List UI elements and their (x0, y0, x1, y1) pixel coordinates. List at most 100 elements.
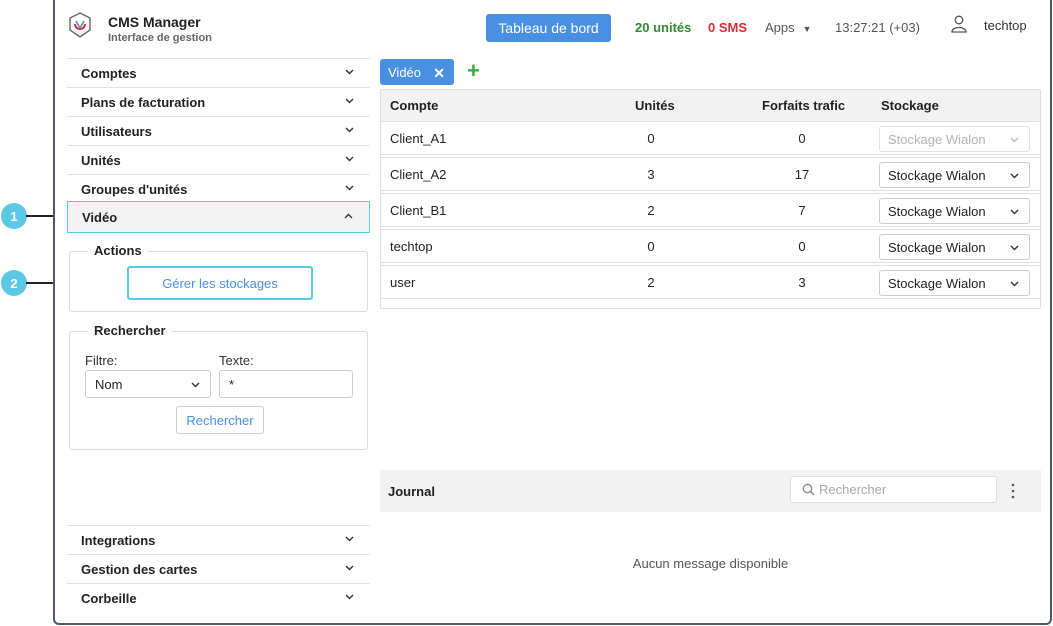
cell-account: Client_B1 (390, 203, 447, 218)
clock: 13:27:21 (+03) (835, 20, 920, 35)
caret-down-icon: ▼ (802, 24, 812, 34)
cell-units: 2 (647, 203, 655, 218)
username[interactable]: techtop (984, 18, 1027, 33)
journal-search-input[interactable]: Rechercher (790, 476, 997, 503)
chevron-down-icon (191, 382, 200, 388)
sidebar-item-label: Groupes d'unités (81, 181, 188, 197)
sms-counter[interactable]: 0 SMS (708, 20, 747, 35)
apps-menu[interactable]: Apps ▼ (765, 20, 812, 35)
chevron-down-icon (345, 185, 354, 191)
sidebar-item-label: Unités (81, 152, 121, 168)
chevron-down-icon (345, 594, 354, 600)
filter-label: Filtre: (85, 353, 118, 368)
column-header-traffic[interactable]: Forfaits trafic (762, 98, 845, 113)
top-header: CMS Manager Interface de gestion Tableau… (55, 0, 1050, 54)
add-tab-icon[interactable]: + (467, 58, 480, 84)
chevron-down-icon (345, 69, 354, 75)
journal-empty-message: Aucun message disponible (632, 556, 789, 571)
manage-storage-button[interactable]: Gérer les stockages (127, 266, 313, 300)
storage-select-value: Stockage Wialon (888, 131, 986, 147)
search-text-input[interactable]: * (219, 370, 353, 398)
sidebar-item-label: Vidéo (82, 209, 118, 225)
filter-select[interactable]: Nom (85, 370, 211, 398)
table-header: Compte Unités Forfaits trafic Stockage (381, 90, 1040, 121)
accounts-table: Compte Unités Forfaits trafic Stockage C… (380, 89, 1041, 309)
column-header-account[interactable]: Compte (390, 98, 438, 113)
column-header-units[interactable]: Unités (635, 98, 675, 113)
table-row[interactable]: Client_A2 3 17 Stockage Wialon (381, 157, 1040, 191)
sidebar-item-unites[interactable]: Unités (67, 145, 370, 174)
chevron-down-icon (1010, 281, 1019, 287)
search-legend: Rechercher (88, 323, 172, 338)
cell-account: Client_A2 (390, 167, 447, 182)
sidebar: Comptes Plans de facturation Utilisateur… (67, 58, 370, 618)
search-button[interactable]: Rechercher (176, 406, 264, 434)
app-title: CMS Manager (108, 14, 201, 30)
actions-group: Actions Gérer les stockages (69, 243, 368, 312)
chevron-down-icon (1010, 173, 1019, 179)
sidebar-item-comptes[interactable]: Comptes (67, 58, 370, 87)
table-row[interactable]: Client_B1 2 7 Stockage Wialon (381, 193, 1040, 227)
table-row[interactable]: techtop 0 0 Stockage Wialon (381, 229, 1040, 263)
journal-bar: Journal Rechercher (380, 470, 1041, 512)
storage-select-value: Stockage Wialon (888, 239, 986, 255)
cell-traffic: 3 (798, 275, 806, 290)
chevron-down-icon (345, 98, 354, 104)
cms-logo-icon (69, 12, 91, 38)
table-row[interactable]: user 2 3 Stockage Wialon (381, 265, 1040, 299)
cell-units: 0 (647, 239, 655, 254)
sidebar-item-label: Utilisateurs (81, 123, 152, 139)
chevron-down-icon (345, 156, 354, 162)
chevron-up-icon (344, 213, 353, 219)
user-icon[interactable] (951, 15, 967, 33)
cell-traffic: 0 (798, 131, 806, 146)
dashboard-button[interactable]: Tableau de bord (486, 14, 611, 42)
sidebar-item-video[interactable]: Vidéo (67, 201, 370, 233)
units-counter[interactable]: 20 unités (635, 20, 691, 35)
cell-traffic: 7 (798, 203, 806, 218)
callout-2: 2 (1, 270, 27, 296)
sidebar-item-label: Plans de facturation (81, 94, 206, 110)
chevron-down-icon (345, 127, 354, 133)
sidebar-item-utilisateurs[interactable]: Utilisateurs (67, 116, 370, 145)
close-icon[interactable]: ✕ (433, 65, 445, 82)
sidebar-item-plans[interactable]: Plans de facturation (67, 87, 370, 116)
cell-traffic: 17 (794, 167, 810, 182)
chevron-down-icon (1010, 209, 1019, 215)
sidebar-item-integrations[interactable]: Integrations (67, 525, 370, 554)
storage-select[interactable]: Stockage Wialon (879, 234, 1030, 260)
sidebar-item-gestion-cartes[interactable]: Gestion des cartes (67, 554, 370, 583)
callout-1: 1 (1, 203, 27, 229)
storage-select-value: Stockage Wialon (888, 167, 986, 183)
sidebar-item-label: Comptes (81, 65, 137, 81)
text-label: Texte: (219, 353, 254, 368)
cell-account: Client_A1 (390, 131, 447, 146)
sidebar-item-groupes[interactable]: Groupes d'unités (67, 174, 370, 203)
chevron-down-icon (1010, 245, 1019, 251)
cell-units: 3 (647, 167, 655, 182)
cell-traffic: 0 (798, 239, 806, 254)
app-window: CMS Manager Interface de gestion Tableau… (53, 0, 1052, 625)
column-header-storage[interactable]: Stockage (881, 98, 939, 113)
storage-select[interactable]: Stockage Wialon (879, 162, 1030, 188)
more-options-icon[interactable] (1010, 482, 1016, 500)
tab-video[interactable]: Vidéo ✕ (380, 59, 454, 85)
table-row[interactable]: Client_A1 0 0 Stockage Wialon (381, 121, 1040, 155)
actions-legend: Actions (88, 243, 148, 258)
chevron-down-icon (345, 536, 354, 542)
storage-select[interactable]: Stockage Wialon (879, 270, 1030, 296)
filter-select-value: Nom (95, 376, 123, 392)
search-icon (802, 483, 815, 496)
cell-account: techtop (390, 239, 433, 254)
cell-units: 0 (647, 131, 655, 146)
journal-search-placeholder: Rechercher (819, 482, 887, 497)
app-subtitle: Interface de gestion (108, 32, 212, 44)
chevron-down-icon (345, 565, 354, 571)
sidebar-item-corbeille[interactable]: Corbeille (67, 583, 370, 612)
storage-select-value: Stockage Wialon (888, 203, 986, 219)
tab-video-label: Vidéo (388, 64, 422, 80)
cell-units: 2 (647, 275, 655, 290)
storage-select-value: Stockage Wialon (888, 275, 986, 291)
storage-select: Stockage Wialon (879, 126, 1030, 152)
storage-select[interactable]: Stockage Wialon (879, 198, 1030, 224)
